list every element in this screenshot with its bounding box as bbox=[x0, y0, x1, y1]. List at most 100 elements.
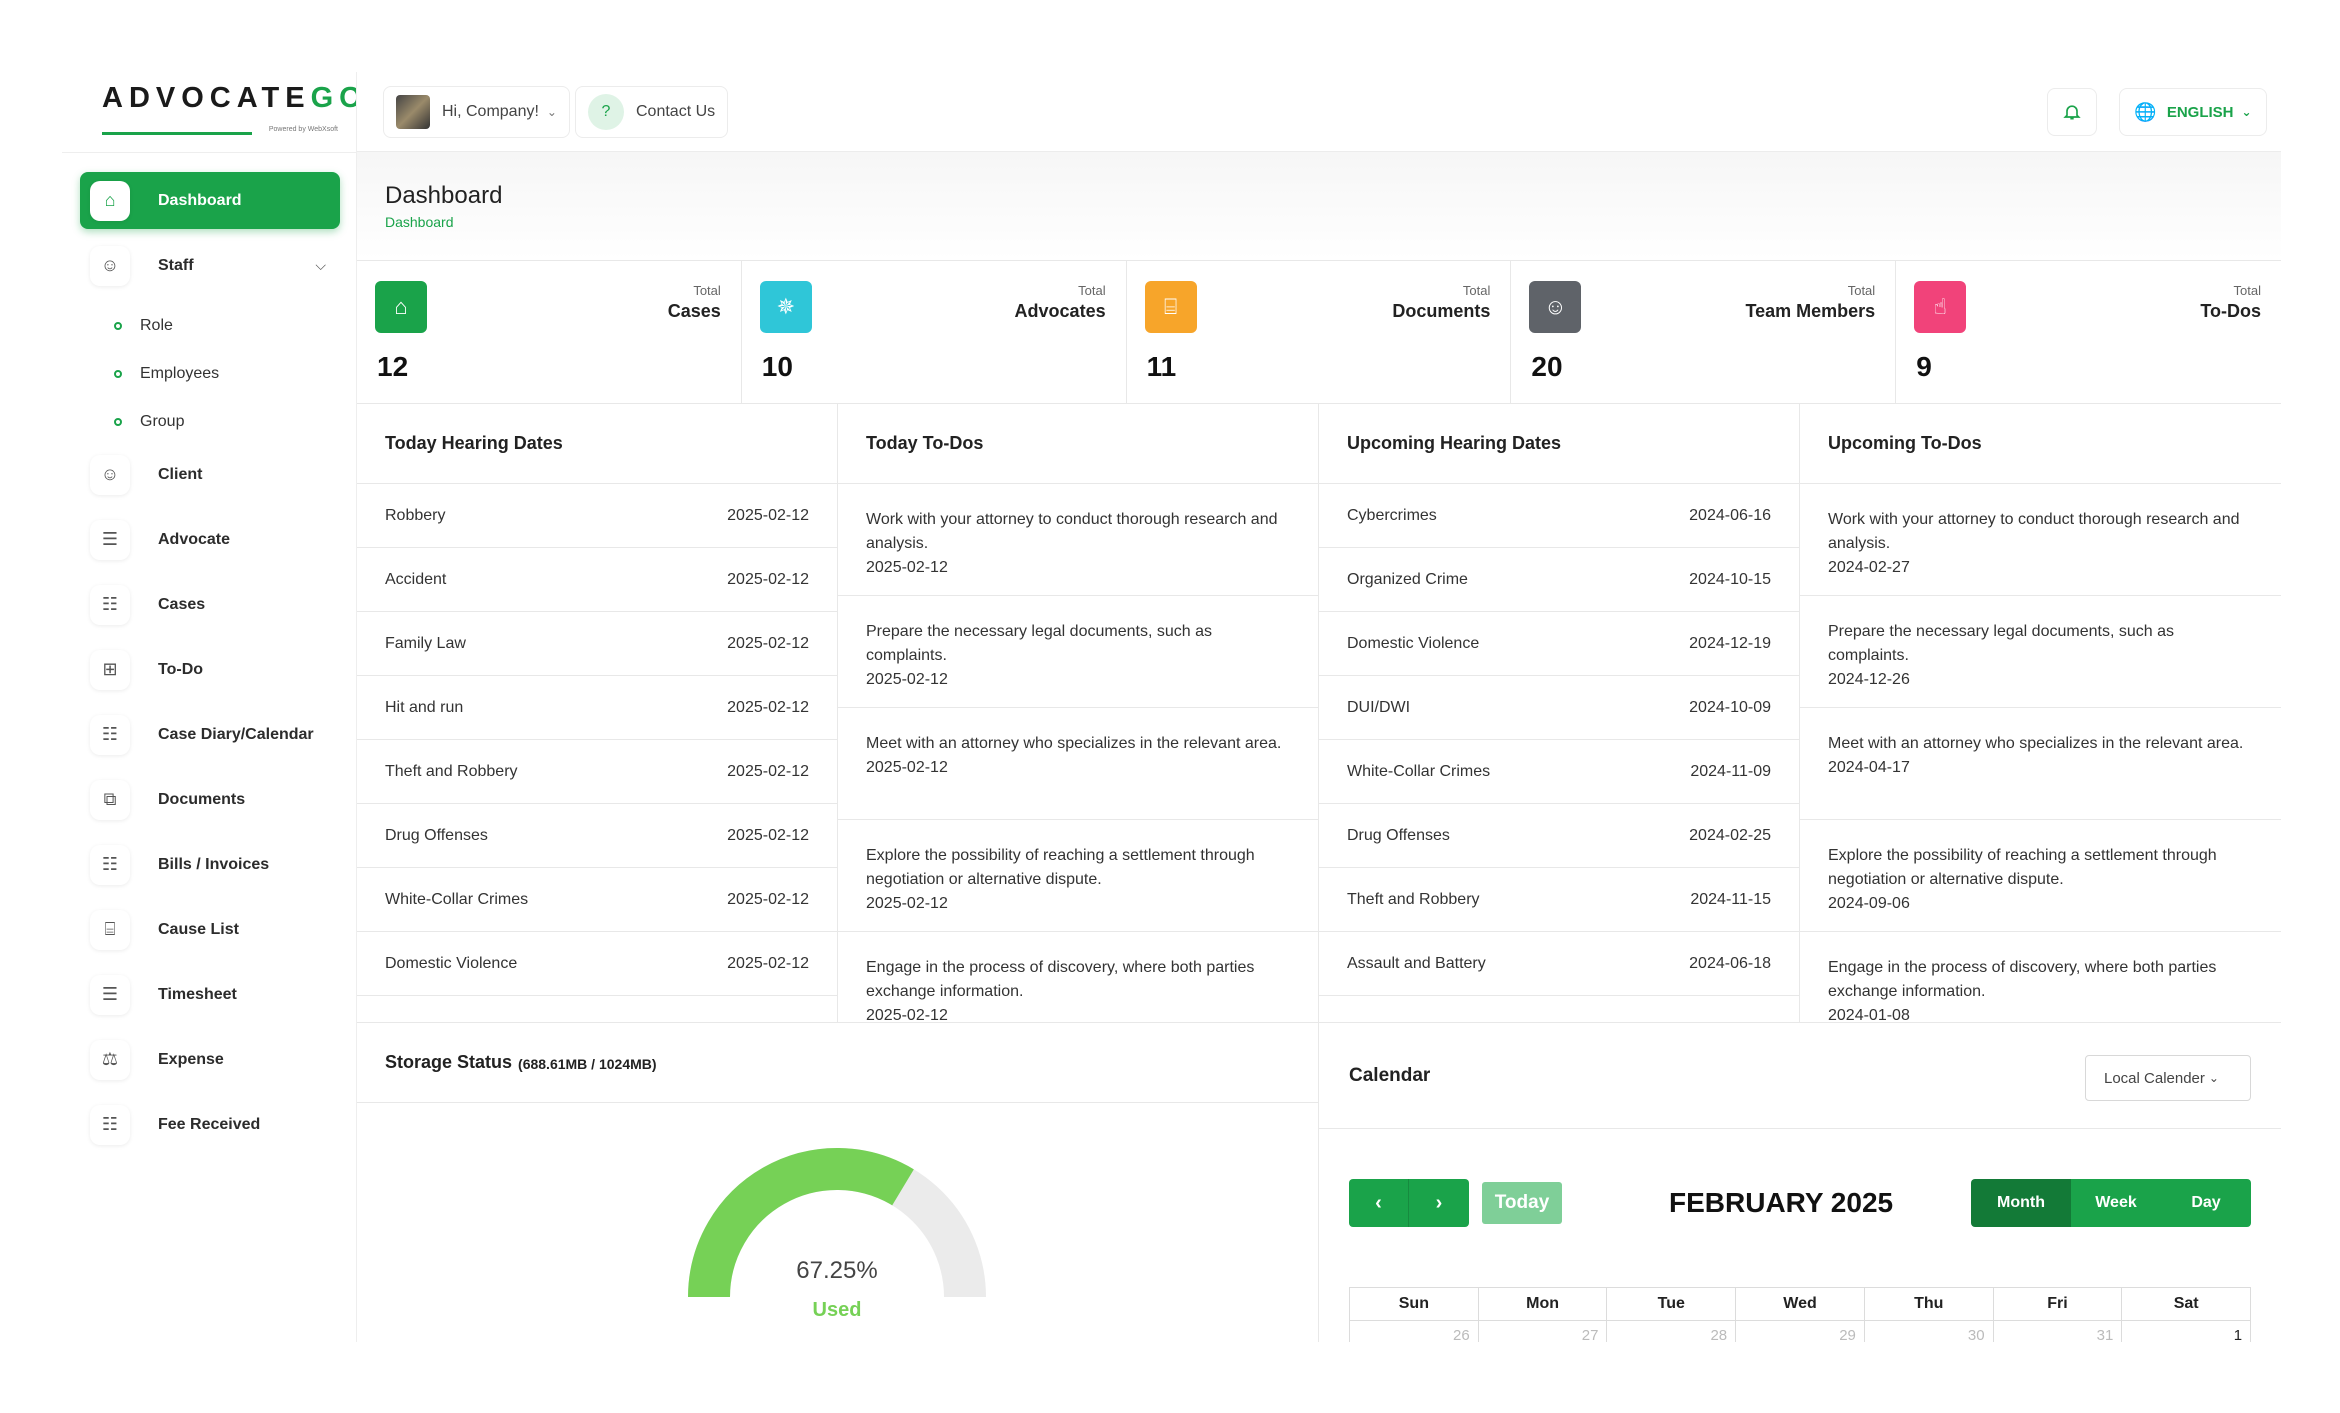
sidebar-item-dashboard[interactable]: ⌂ Dashboard bbox=[80, 172, 340, 229]
table-row[interactable]: Accident 2025-02-12 bbox=[357, 548, 837, 612]
sidebar-item-label: Cause List bbox=[158, 920, 239, 938]
calendar-day[interactable]: 30 bbox=[1865, 1321, 1994, 1342]
sidebar-item-bills-invoices[interactable]: ☷ Bills / Invoices bbox=[80, 836, 340, 893]
todo-text: Explore the possibility of reaching a se… bbox=[866, 847, 1255, 888]
stat-card[interactable]: ✵ Total Advocates 10 bbox=[742, 261, 1127, 403]
users-icon: ☺ bbox=[90, 245, 130, 286]
table-row[interactable]: Organized Crime 2024-10-15 bbox=[1319, 548, 1799, 612]
view-month-button[interactable]: Month bbox=[1971, 1179, 2071, 1227]
stat-card[interactable]: ⌂ Total Cases 12 bbox=[357, 261, 742, 403]
table-row[interactable]: Hit and run 2025-02-12 bbox=[357, 676, 837, 740]
calendar-day[interactable]: 29 bbox=[1736, 1321, 1865, 1342]
table-row[interactable]: Domestic Violence 2024-12-19 bbox=[1319, 612, 1799, 676]
sidebar-subitem-role[interactable]: Role bbox=[80, 302, 340, 350]
day-of-week-header: Thu bbox=[1865, 1288, 1994, 1320]
calendar-day[interactable]: 27 bbox=[1479, 1321, 1608, 1342]
sidebar-item-client[interactable]: ☺ Client bbox=[80, 446, 340, 503]
hearing-date: 2024-06-18 bbox=[1689, 954, 1771, 972]
table-row[interactable]: Assault and Battery 2024-06-18 bbox=[1319, 932, 1799, 996]
sidebar-item-expense[interactable]: ⚖ Expense bbox=[80, 1031, 340, 1088]
todo-date: 2024-09-06 bbox=[1828, 895, 1910, 912]
table-row[interactable]: Robbery 2025-02-12 bbox=[357, 484, 837, 548]
page-title: Dashboard bbox=[385, 182, 503, 209]
diary-icon: ☷ bbox=[90, 714, 130, 755]
todo-text: Explore the possibility of reaching a se… bbox=[1828, 847, 2217, 888]
list-item[interactable]: Engage in the process of discovery, wher… bbox=[1800, 932, 2281, 1022]
sidebar-item-cases[interactable]: ☷ Cases bbox=[80, 576, 340, 633]
hearing-name: Drug Offenses bbox=[1347, 826, 1450, 844]
stat-label: Team Members bbox=[1745, 301, 1876, 321]
stat-card[interactable]: ☝ Total To-Dos 9 bbox=[1896, 261, 2281, 403]
todo-date: 2025-02-12 bbox=[866, 1007, 948, 1022]
hearing-name: White-Collar Crimes bbox=[1347, 762, 1491, 780]
todo-date: 2025-02-12 bbox=[866, 759, 948, 776]
language-selector[interactable]: 🌐 ENGLISH ⌄ bbox=[2119, 88, 2267, 136]
table-row[interactable]: Cybercrimes 2024-06-16 bbox=[1319, 484, 1799, 548]
calendar-type-select[interactable]: Local Calender ⌄ bbox=[2085, 1055, 2251, 1101]
stat-value: 9 bbox=[1916, 351, 1932, 382]
stat-label: Cases bbox=[667, 301, 721, 321]
team-icon: ☺ bbox=[1529, 281, 1582, 333]
hearing-date: 2024-11-09 bbox=[1690, 762, 1771, 780]
next-month-button[interactable]: › bbox=[1409, 1179, 1469, 1227]
stat-caption: Total bbox=[1462, 283, 1491, 298]
view-week-button[interactable]: Week bbox=[2071, 1179, 2161, 1227]
table-row[interactable]: Theft and Robbery 2024-11-15 bbox=[1319, 868, 1799, 932]
sidebar-item-advocate[interactable]: ☰ Advocate bbox=[80, 511, 340, 568]
sidebar-subitem-group[interactable]: Group bbox=[80, 398, 340, 446]
table-row[interactable]: White-Collar Crimes 2025-02-12 bbox=[357, 868, 837, 932]
sidebar-item-fee-received[interactable]: ☷ Fee Received bbox=[80, 1096, 340, 1153]
contact-us-button[interactable]: ? Contact Us bbox=[575, 86, 729, 138]
table-row[interactable]: Family Law 2025-02-12 bbox=[357, 612, 837, 676]
user-menu-button[interactable]: Hi, Company! ⌄ bbox=[383, 86, 570, 138]
list-item[interactable]: Explore the possibility of reaching a se… bbox=[838, 820, 1318, 932]
list-item[interactable]: Work with your attorney to conduct thoro… bbox=[838, 484, 1318, 596]
breadcrumb[interactable]: Dashboard bbox=[385, 214, 454, 230]
sidebar-item-staff[interactable]: ☺ Staff ⌵ bbox=[80, 237, 340, 294]
stat-caption: Total bbox=[1847, 283, 1876, 298]
calendar-day[interactable]: 26 bbox=[1350, 1321, 1479, 1342]
file-icon: ☷ bbox=[90, 584, 130, 625]
table-row[interactable]: Domestic Violence 2025-02-12 bbox=[357, 932, 837, 996]
checklist-icon: ☰ bbox=[90, 974, 130, 1015]
globe-icon: 🌐 bbox=[2134, 101, 2157, 122]
sidebar-item-documents[interactable]: ⧉ Documents bbox=[80, 771, 340, 828]
table-row[interactable]: Theft and Robbery 2025-02-12 bbox=[357, 740, 837, 804]
stat-card[interactable]: ⌸ Total Documents 11 bbox=[1127, 261, 1512, 403]
list-item[interactable]: Meet with an attorney who specializes in… bbox=[838, 708, 1318, 820]
chevron-down-icon: ⌄ bbox=[2208, 1071, 2219, 1085]
brand-logo[interactable]: ADVOCATEGO Powered by WebXsoft bbox=[102, 82, 362, 142]
sidebar-item-to-do[interactable]: ⊞ To-Do bbox=[80, 641, 340, 698]
thumbs-up-icon: ☝ bbox=[1914, 281, 1967, 333]
chevron-right-icon: › bbox=[1435, 1191, 1443, 1214]
sidebar-item-case-diary-calendar[interactable]: ☷ Case Diary/Calendar bbox=[80, 706, 340, 763]
sidebar-item-timesheet[interactable]: ☰ Timesheet bbox=[80, 966, 340, 1023]
list-item[interactable]: Work with your attorney to conduct thoro… bbox=[1800, 484, 2281, 596]
list-item[interactable]: Explore the possibility of reaching a se… bbox=[1800, 820, 2281, 932]
hearing-name: Family Law bbox=[385, 634, 466, 652]
calendar-day[interactable]: 1 bbox=[2122, 1321, 2250, 1342]
table-row[interactable]: White-Collar Crimes 2024-11-09 bbox=[1319, 740, 1799, 804]
language-label: ENGLISH bbox=[2166, 103, 2234, 121]
view-day-button[interactable]: Day bbox=[2161, 1179, 2251, 1227]
table-row[interactable]: Drug Offenses 2024-02-25 bbox=[1319, 804, 1799, 868]
list-item[interactable]: Prepare the necessary legal documents, s… bbox=[838, 596, 1318, 708]
stat-card[interactable]: ☺ Total Team Members 20 bbox=[1511, 261, 1897, 403]
home-icon: ⌂ bbox=[90, 180, 130, 221]
notifications-button[interactable] bbox=[2047, 88, 2097, 136]
clipboard-icon: ⌸ bbox=[90, 909, 130, 950]
calendar-day[interactable]: 28 bbox=[1607, 1321, 1737, 1342]
list-item[interactable]: Prepare the necessary legal documents, s… bbox=[1800, 596, 2281, 708]
calendar-day[interactable]: 31 bbox=[1994, 1321, 2123, 1342]
storage-panel: Storage Status (688.61MB / 1024MB) 67.25… bbox=[357, 1022, 1319, 1342]
table-row[interactable]: Drug Offenses 2025-02-12 bbox=[357, 804, 837, 868]
list-item[interactable]: Meet with an attorney who specializes in… bbox=[1800, 708, 2281, 820]
prev-month-button[interactable]: ‹ bbox=[1349, 1179, 1409, 1227]
table-row[interactable]: DUI/DWI 2024-10-09 bbox=[1319, 676, 1799, 740]
list-item[interactable]: Engage in the process of discovery, wher… bbox=[838, 932, 1318, 1022]
sidebar-item-cause-list[interactable]: ⌸ Cause List bbox=[80, 901, 340, 958]
home-icon: ⌂ bbox=[375, 281, 427, 333]
chevron-down-icon: ⌵ bbox=[315, 257, 326, 273]
today-button[interactable]: Today bbox=[1482, 1182, 1562, 1224]
sidebar-subitem-employees[interactable]: Employees bbox=[80, 350, 340, 398]
